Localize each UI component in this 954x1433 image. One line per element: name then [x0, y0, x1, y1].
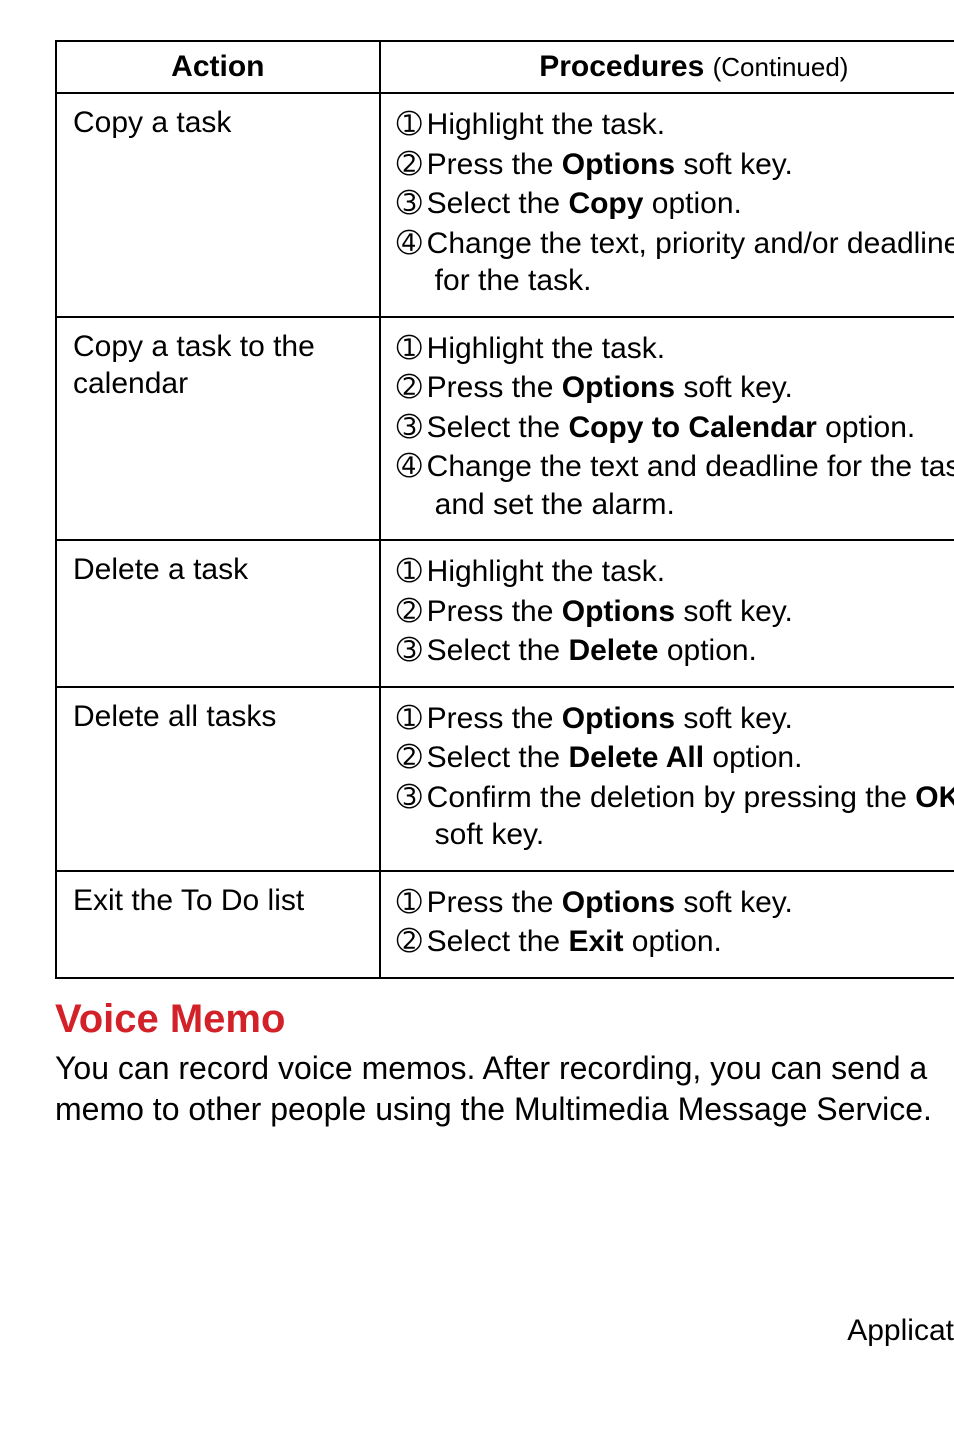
table-row: Delete a task➀Highlight the task.➁Press … — [56, 540, 954, 687]
step-text-post: soft key. — [675, 595, 793, 628]
step-marker-icon: ➀ — [397, 106, 427, 144]
procedure-step: ➂Select the Copy option. — [397, 185, 954, 223]
action-cell: Delete all tasks — [56, 687, 380, 871]
step-text-pre: Highlight the task. — [427, 332, 665, 365]
step-text-post: option. — [643, 187, 741, 220]
step-text-bold: Options — [562, 702, 675, 735]
step-marker-icon: ➂ — [397, 779, 427, 817]
procedures-table: Action Procedures (Continued) Copy a tas… — [55, 40, 954, 979]
step-text-bold: Options — [562, 595, 675, 628]
step-text-pre: Press the — [427, 371, 562, 404]
step-text-post: soft key. — [675, 886, 793, 919]
page-footer: Applications 143 — [55, 1311, 954, 1389]
step-text-pre: Press the — [427, 702, 562, 735]
step-text-bold: Copy to Calendar — [568, 411, 816, 444]
step-text-pre: Select the — [427, 411, 569, 444]
step-text-pre: Select the — [427, 187, 569, 220]
step-text-pre: Highlight the task. — [427, 555, 665, 588]
procedure-step: ➁Press the Options soft key. — [397, 593, 954, 631]
step-marker-icon: ➁ — [397, 369, 427, 407]
step-text-post: soft key. — [435, 818, 544, 851]
step-marker-icon: ➀ — [397, 700, 427, 738]
procedure-step: ➃Change the text, priority and/or deadli… — [397, 225, 954, 300]
procedure-step: ➀Press the Options soft key. — [397, 884, 954, 922]
procedure-step: ➁Select the Delete All option. — [397, 739, 954, 777]
step-text-post: soft key. — [675, 148, 793, 181]
action-cell: Delete a task — [56, 540, 380, 687]
step-text-pre: Change the text, priority and/or deadlin… — [427, 227, 954, 298]
procedure-step: ➁Select the Exit option. — [397, 923, 954, 961]
step-text-bold: Copy — [568, 187, 643, 220]
section-body-text: You can record voice memos. After record… — [55, 1048, 954, 1131]
action-cell: Copy a task — [56, 93, 380, 317]
footer-chapter: Applications — [847, 1314, 954, 1347]
step-marker-icon: ➀ — [397, 884, 427, 922]
step-marker-icon: ➂ — [397, 409, 427, 447]
procedure-cell: ➀Highlight the task.➁Press the Options s… — [380, 317, 954, 541]
step-text-pre: Select the — [427, 925, 569, 958]
step-marker-icon: ➂ — [397, 632, 427, 670]
step-text-bold: OK — [915, 781, 954, 814]
procedure-step: ➀Highlight the task. — [397, 106, 954, 144]
step-text-pre: Confirm the deletion by pressing the — [427, 781, 916, 814]
step-marker-icon: ➀ — [397, 553, 427, 591]
step-text-pre: Press the — [427, 886, 562, 919]
step-text-pre: Press the — [427, 148, 562, 181]
step-text-pre: Highlight the task. — [427, 108, 665, 141]
step-marker-icon: ➁ — [397, 739, 427, 777]
procedure-step: ➂Confirm the deletion by pressing the OK… — [397, 779, 954, 854]
step-text-bold: Options — [562, 886, 675, 919]
procedure-step: ➂Select the Copy to Calendar option. — [397, 409, 954, 447]
step-text-post: soft key. — [675, 702, 793, 735]
step-text-bold: Options — [562, 148, 675, 181]
step-text-bold: Options — [562, 371, 675, 404]
table-row: Copy a task to the calendar➀Highlight th… — [56, 317, 954, 541]
procedure-cell: ➀Press the Options soft key.➁Select the … — [380, 687, 954, 871]
step-marker-icon: ➁ — [397, 593, 427, 631]
step-text-post: soft key. — [675, 371, 793, 404]
step-text-bold: Exit — [568, 925, 623, 958]
step-text-post: option. — [817, 411, 915, 444]
table-row: Exit the To Do list ➀Press the Options so… — [56, 871, 954, 978]
step-text-bold: Delete All — [568, 741, 704, 774]
step-marker-icon: ➁ — [397, 146, 427, 184]
procedure-step: ➁Press the Options soft key. — [397, 146, 954, 184]
procedure-cell: ➀Highlight the task.➁Press the Options s… — [380, 540, 954, 687]
action-cell: Copy a task to the calendar — [56, 317, 380, 541]
step-text-post: option. — [704, 741, 802, 774]
col-header-procedures: Procedures (Continued) — [380, 41, 954, 93]
step-marker-icon: ➃ — [397, 448, 427, 486]
table-row: Copy a task➀Highlight the task.➁Press th… — [56, 93, 954, 317]
procedure-step: ➃Change the text and deadline for the ta… — [397, 448, 954, 523]
step-marker-icon: ➃ — [397, 225, 427, 263]
continued-label: (Continued) — [713, 52, 849, 82]
step-text-post: option. — [658, 634, 756, 667]
step-text-pre: Select the — [427, 634, 569, 667]
step-marker-icon: ➂ — [397, 185, 427, 223]
procedures-label: Procedures — [539, 50, 704, 83]
step-text-pre: Press the — [427, 595, 562, 628]
procedure-step: ➂Select the Delete option. — [397, 632, 954, 670]
procedure-cell: ➀Press the Options soft key.➁Select the … — [380, 871, 954, 978]
step-text-bold: Delete — [568, 634, 658, 667]
procedure-step: ➀Highlight the task. — [397, 330, 954, 368]
procedure-step: ➁Press the Options soft key. — [397, 369, 954, 407]
step-text-pre: Change the text and deadline for the tas… — [427, 450, 954, 521]
section-heading-voice-memo: Voice Memo — [55, 997, 954, 1042]
table-row: Delete all tasks ➀Press the Options soft … — [56, 687, 954, 871]
step-text-pre: Select the — [427, 741, 569, 774]
procedure-step: ➀Press the Options soft key. — [397, 700, 954, 738]
step-marker-icon: ➁ — [397, 923, 427, 961]
procedure-step: ➀Highlight the task. — [397, 553, 954, 591]
step-marker-icon: ➀ — [397, 330, 427, 368]
col-header-action: Action — [56, 41, 380, 93]
step-text-post: option. — [623, 925, 721, 958]
action-cell: Exit the To Do list — [56, 871, 380, 978]
procedure-cell: ➀Highlight the task.➁Press the Options s… — [380, 93, 954, 317]
